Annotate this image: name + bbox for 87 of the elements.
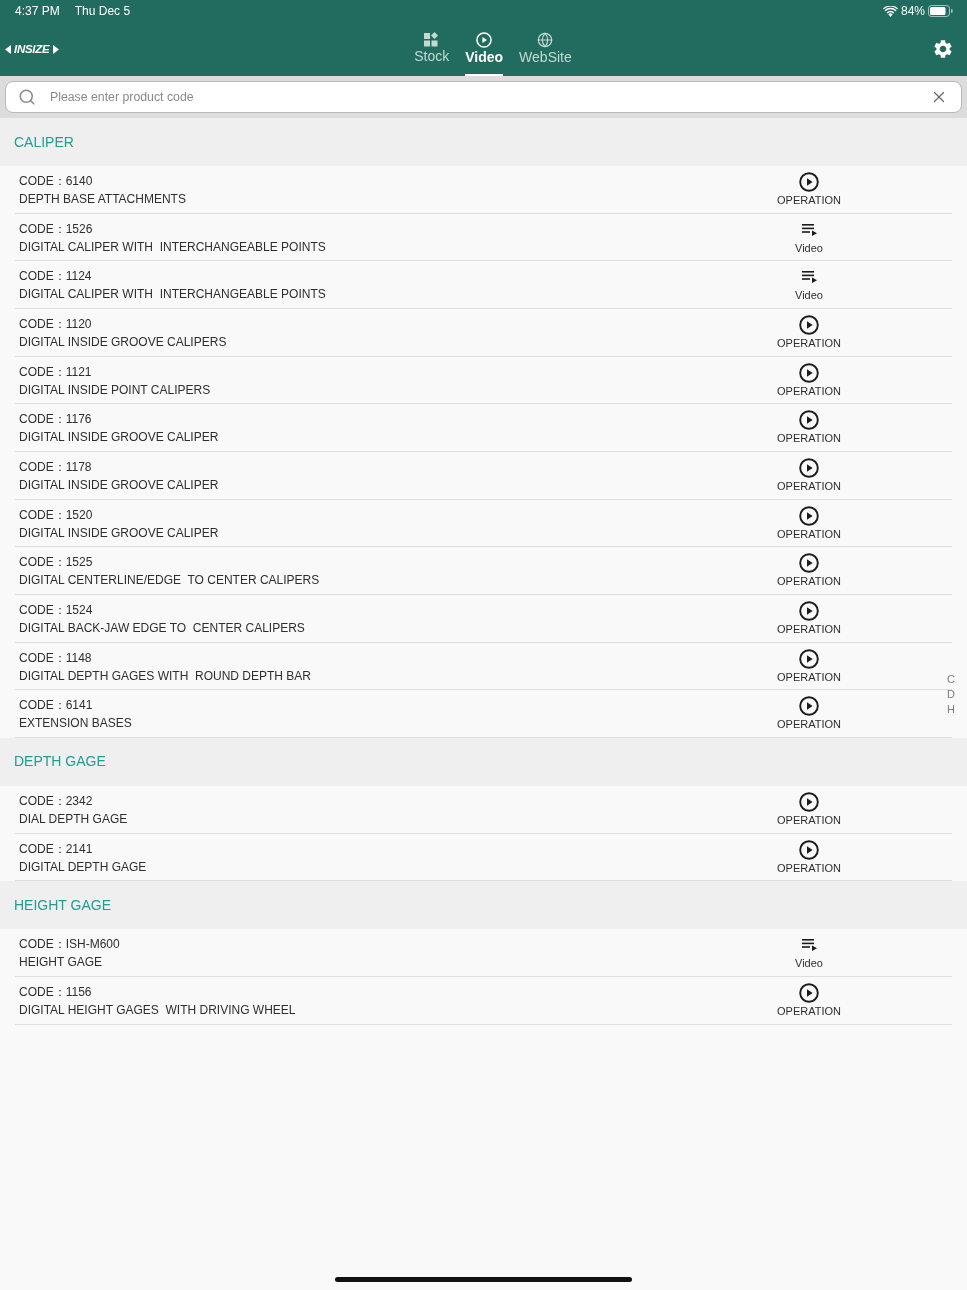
product-code: CODE：1148 <box>19 649 92 667</box>
product-name: DIAL DEPTH GAGE <box>19 810 128 828</box>
section-title: DEPTH GAGE <box>14 753 106 771</box>
index-letter[interactable]: C <box>947 672 955 687</box>
battery-percent: 84% <box>900 4 925 18</box>
product-name: DIGITAL HEIGHT GAGES WITH DRIVING WHEEL <box>19 1001 296 1019</box>
play-circle-icon <box>799 362 819 383</box>
nav-tab[interactable]: Stock <box>414 22 450 76</box>
play-circle-icon <box>799 696 819 717</box>
section-title: CALIPER <box>14 133 74 151</box>
arrowhead-icon <box>5 44 11 54</box>
section-title: HEIGHT GAGE <box>14 896 111 914</box>
globe-icon <box>537 32 554 48</box>
product-code: CODE：6140 <box>19 173 93 190</box>
product-code: CODE：1526 <box>19 220 93 238</box>
video-button[interactable]: Video <box>795 219 823 257</box>
product-name: DIGITAL CALIPER WITH INTERCHANGEABLE POINTS <box>19 238 326 256</box>
operation-button[interactable]: OPERATION <box>777 172 841 209</box>
product-name: DIGITAL CALIPER WITH INTERCHANGEABLE POINTS <box>19 286 326 304</box>
product-name: DIGITAL INSIDE GROOVE CALIPERS <box>19 333 227 351</box>
product-name: HEIGHT GAGE <box>19 954 103 972</box>
product-name: DIGITAL CENTERLINE/EDGE TO CENTER CALIPERS <box>19 572 320 590</box>
product-code: CODE：1120 <box>19 315 92 333</box>
brand-logo: INSIZE <box>13 42 51 56</box>
product-code: CODE：2342 <box>19 792 93 810</box>
wifi-icon <box>882 5 898 17</box>
product-code: CODE：1524 <box>19 601 93 619</box>
product-code: CODE：1156 <box>19 983 92 1001</box>
product-code: CODE：ISH-M600 <box>19 936 120 954</box>
play-circle-icon <box>799 648 819 669</box>
play-circle-icon <box>799 839 819 860</box>
operation-button[interactable]: OPERATION <box>777 505 841 543</box>
playlist-icon <box>801 271 817 284</box>
product-name: DEPTH BASE ATTACHMENTS <box>19 191 186 208</box>
operation-button[interactable]: OPERATION <box>777 648 841 686</box>
play-circle-icon <box>799 457 819 478</box>
play-circle-icon <box>799 553 819 574</box>
search-field[interactable]: Please enter product code <box>5 81 962 113</box>
play-circle-icon <box>476 32 493 48</box>
play-circle-icon <box>799 172 819 192</box>
product-code: CODE：1520 <box>19 506 93 524</box>
arrowhead-icon <box>53 44 60 54</box>
index-letter[interactable]: H <box>947 702 955 717</box>
video-button[interactable]: Video <box>795 267 823 305</box>
status-date: Thu Dec 5 <box>74 4 131 18</box>
product-name: EXTENSION BASES <box>19 715 132 733</box>
operation-button[interactable]: OPERATION <box>777 553 841 591</box>
video-button[interactable]: Video <box>795 935 823 973</box>
product-name: DIGITAL INSIDE GROOVE CALIPER <box>19 429 219 447</box>
operation-button[interactable]: OPERATION <box>777 600 841 638</box>
play-circle-icon <box>799 505 819 526</box>
product-name: DIGITAL DEPTH GAGES WITH ROUND DEPTH BAR <box>19 667 312 685</box>
play-circle-icon <box>799 600 819 621</box>
play-circle-icon <box>799 982 819 1003</box>
product-code: CODE：6141 <box>19 697 93 715</box>
operation-button[interactable]: OPERATION <box>777 791 841 829</box>
operation-button[interactable]: OPERATION <box>777 314 841 352</box>
nav-tab[interactable]: WebSite <box>519 22 572 76</box>
operation-button[interactable]: OPERATION <box>777 457 841 495</box>
product-code: CODE：1178 <box>19 458 92 476</box>
battery-icon <box>928 5 953 17</box>
grid-icon <box>424 32 440 47</box>
product-code: CODE：1176 <box>19 411 92 429</box>
settings-icon <box>932 38 954 60</box>
product-code: CODE：1525 <box>19 554 93 572</box>
search-icon <box>18 88 36 106</box>
operation-button[interactable]: OPERATION <box>777 839 841 877</box>
play-circle-icon <box>799 791 819 812</box>
playlist-icon <box>801 939 817 952</box>
operation-button[interactable]: OPERATION <box>777 362 841 400</box>
index-letter[interactable]: D <box>947 687 955 702</box>
product-name: DIGITAL DEPTH GAGE <box>19 858 147 876</box>
product-code: CODE：2141 <box>19 840 93 858</box>
playlist-icon <box>801 223 817 236</box>
status-time: 4:37 PM <box>15 4 60 18</box>
product-name: DIGITAL INSIDE POINT CALIPERS <box>19 381 211 399</box>
settings-button[interactable] <box>932 38 954 60</box>
operation-button[interactable]: OPERATION <box>777 410 841 448</box>
product-code: CODE：1121 <box>19 363 92 381</box>
product-name: DIGITAL BACK-JAW EDGE TO CENTER CALIPERS <box>19 619 305 637</box>
operation-button[interactable]: OPERATION <box>777 696 841 734</box>
product-name: DIGITAL INSIDE GROOVE CALIPER <box>19 476 219 494</box>
play-circle-icon <box>799 314 819 335</box>
product-name: DIGITAL INSIDE GROOVE CALIPER <box>19 524 219 542</box>
play-circle-icon <box>799 410 819 431</box>
product-code: CODE：1124 <box>19 268 92 286</box>
operation-button[interactable]: OPERATION <box>777 982 841 1020</box>
